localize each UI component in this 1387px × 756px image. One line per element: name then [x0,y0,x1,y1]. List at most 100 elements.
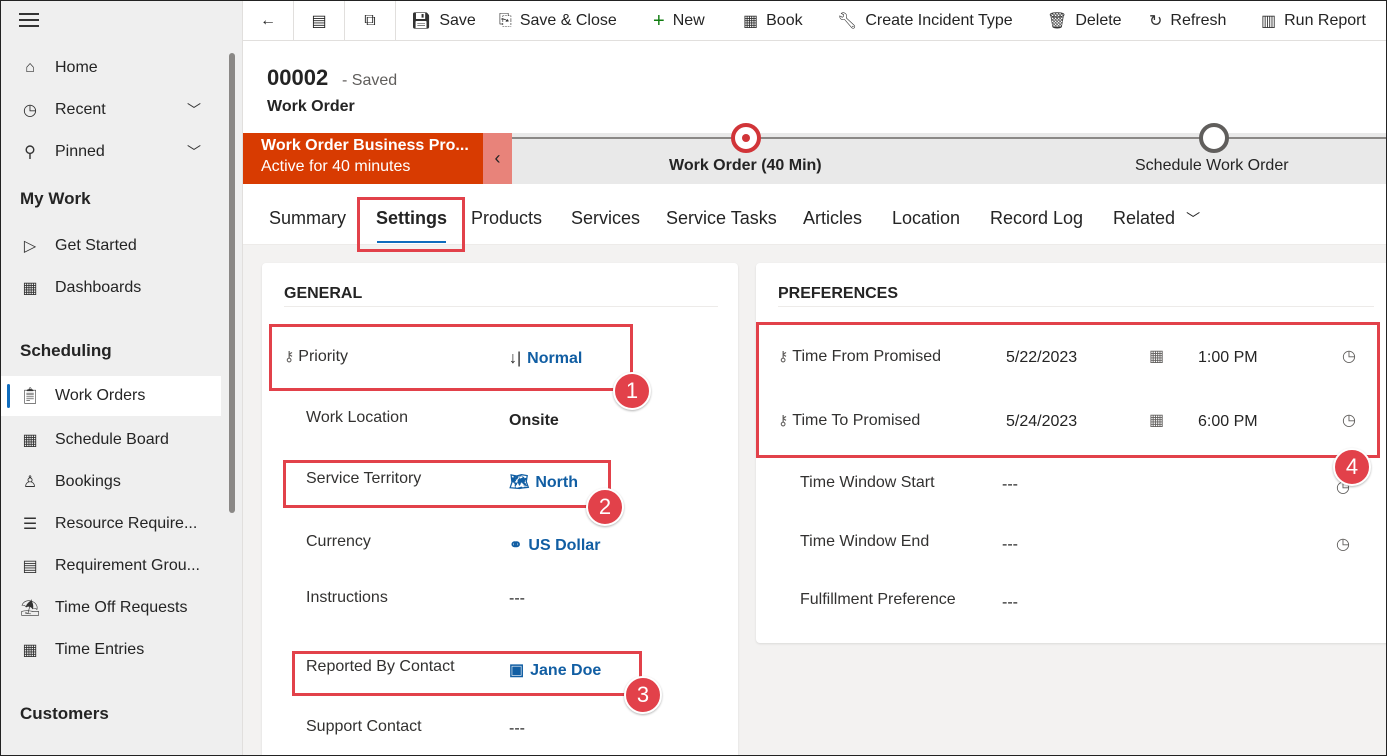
time-window-start-label: Time Window Start [800,474,935,491]
settings-tab-highlight [357,197,465,252]
business-process-flow: Work Order Business Pro... Active for 40… [243,123,1386,184]
refresh-icon: ↻ [1149,13,1163,30]
book-button[interactable]: ▦ Book [743,1,803,41]
tab-products[interactable]: Products [471,208,542,229]
delete-label: Delete [1075,12,1122,29]
tab-articles[interactable]: Articles [803,208,862,229]
tab-related-label: Related [1113,208,1176,228]
calendar-icon: ▦ [743,13,759,30]
bpf-collapse-button[interactable]: ‹ [483,133,512,184]
bpf-stage-line [512,137,1386,139]
promised-times-highlight [756,322,1380,458]
support-contact-label: Support Contact [306,718,422,735]
create-incident-type-button[interactable]: 🔧︎ Create Incident Type [837,1,1013,41]
pin-icon: ⚲ [24,144,36,161]
create-incident-label: Create Incident Type [865,12,1013,29]
home-icon: ⌂ [25,59,35,76]
sidebar-item-resource-requirements[interactable]: ☰ Resource Require... [1,504,221,544]
stage-active-dot[interactable] [731,123,761,153]
chevron-left-icon: ‹ [494,148,501,168]
annotation-badge-4: 4 [1333,448,1371,486]
clock-icon: ◷ [23,102,37,119]
tab-services[interactable]: Services [571,208,640,229]
stage-next-label[interactable]: Schedule Work Order [1135,157,1289,175]
new-label: New [672,12,705,29]
sidebar-item-label: Bookings [55,473,121,490]
hamburger-menu-icon[interactable] [19,13,39,29]
currency-field[interactable]: ⚭ US Dollar [509,535,600,555]
save-button[interactable]: 💾︎ Save [411,1,476,41]
general-heading: GENERAL [284,285,363,302]
sidebar: ⌂ Home ◷ Recent ﹀ ⚲ Pinned ﹀ My Work ▷ G… [1,1,243,755]
section-divider [778,306,1374,307]
save-status: - Saved [342,72,398,89]
sidebar-item-bookings[interactable]: ♙ Bookings [1,462,221,502]
sidebar-scrollbar[interactable] [229,53,235,513]
time-window-end-field[interactable]: --- [1002,536,1018,554]
delete-button[interactable]: 🗑︎ Delete [1047,1,1122,41]
save-icon: 💾︎ [411,13,432,30]
open-new-window-button[interactable]: ⧉ [345,1,396,41]
sidebar-item-requirement-groups[interactable]: ▤ Requirement Grou... [1,546,221,586]
sidebar-item-label: Requirement Grou... [55,557,200,574]
sidebar-item-label: Time Off Requests [55,599,188,616]
refresh-label: Refresh [1170,12,1227,29]
tab-summary[interactable]: Summary [269,208,346,229]
stage-active-label[interactable]: Work Order (40 Min) [669,157,822,175]
back-button[interactable]: ← [243,1,294,41]
bpf-flag[interactable]: Work Order Business Pro... Active for 40… [243,133,483,184]
reported-by-highlight [292,651,642,696]
chevron-down-icon[interactable]: ﹀ [187,142,207,162]
sidebar-item-label: Home [55,59,98,76]
clock-icon[interactable]: ◷ [1336,534,1350,554]
save-close-button[interactable]: ⎘ Save & Close [499,1,617,41]
sidebar-item-label: Time Entries [55,641,145,658]
time-window-end-label: Time Window End [800,533,930,550]
list-icon: ☰ [22,516,38,533]
chevron-down-icon[interactable]: ﹀ [187,100,207,120]
tab-location[interactable]: Location [892,208,960,229]
sidebar-item-pinned[interactable]: ⚲ Pinned ﹀ [1,132,221,172]
sidebar-item-time-off-requests[interactable]: ⛱︎ Time Off Requests [1,588,221,628]
instructions-label: Instructions [306,589,388,606]
new-button[interactable]: + New [653,1,705,41]
stage-next-dot[interactable] [1199,123,1229,153]
sidebar-item-time-entries[interactable]: ▦ Time Entries [1,630,221,670]
sidebar-item-work-orders[interactable]: 📋︎ Work Orders [1,376,221,416]
time-window-start-field[interactable]: --- [1002,476,1018,494]
currency-label: Currency [306,533,371,550]
sidebar-item-get-started[interactable]: ▷ Get Started [1,226,221,266]
sidebar-item-label: Resource Require... [55,515,198,532]
tab-record-log[interactable]: Record Log [990,208,1083,229]
save-label: Save [439,12,476,29]
command-bar: ← ▤ ⧉ 💾︎ Save ⎘ Save & Close + New ▦ Book 🔧︎… [243,1,1386,41]
annotation-badge-2: 2 [586,488,624,526]
tab-service-tasks[interactable]: Service Tasks [666,208,777,229]
refresh-button[interactable]: ↻ Refresh [1149,1,1226,41]
work-location-field[interactable]: Onsite [509,412,559,430]
dashboard-icon: ▦ [22,280,38,297]
tab-related[interactable]: Related ﹀ [1113,208,1200,229]
plus-icon: + [653,9,665,32]
sidebar-item-home[interactable]: ⌂ Home [1,48,221,88]
report-icon: ▥ [1261,13,1277,30]
sidebar-item-schedule-board[interactable]: ▦ Schedule Board [1,420,221,460]
trash-icon: 🗑︎ [1047,13,1068,30]
sidebar-item-dashboards[interactable]: ▦ Dashboards [1,268,221,308]
bpf-duration: Active for 40 minutes [261,158,411,175]
calendar-icon: ▦ [22,642,38,659]
run-report-button[interactable]: ▥ Run Report [1261,1,1366,41]
annotation-badge-3: 3 [624,676,662,714]
card-icon: ▤ [22,558,38,575]
wrench-icon: 🔧︎ [837,13,858,30]
form-selector-button[interactable]: ▤ [294,1,345,41]
instructions-field[interactable]: --- [509,590,525,608]
run-report-label: Run Report [1284,12,1366,29]
record-title: 00002 [267,65,329,90]
fulfillment-preference-field[interactable]: --- [1002,594,1018,612]
save-close-label: Save & Close [519,12,617,29]
sidebar-item-label: Dashboards [55,279,142,296]
sidebar-item-recent[interactable]: ◷ Recent ﹀ [1,90,221,130]
calendar-icon: ▦ [22,432,38,449]
support-contact-field[interactable]: --- [509,720,525,738]
